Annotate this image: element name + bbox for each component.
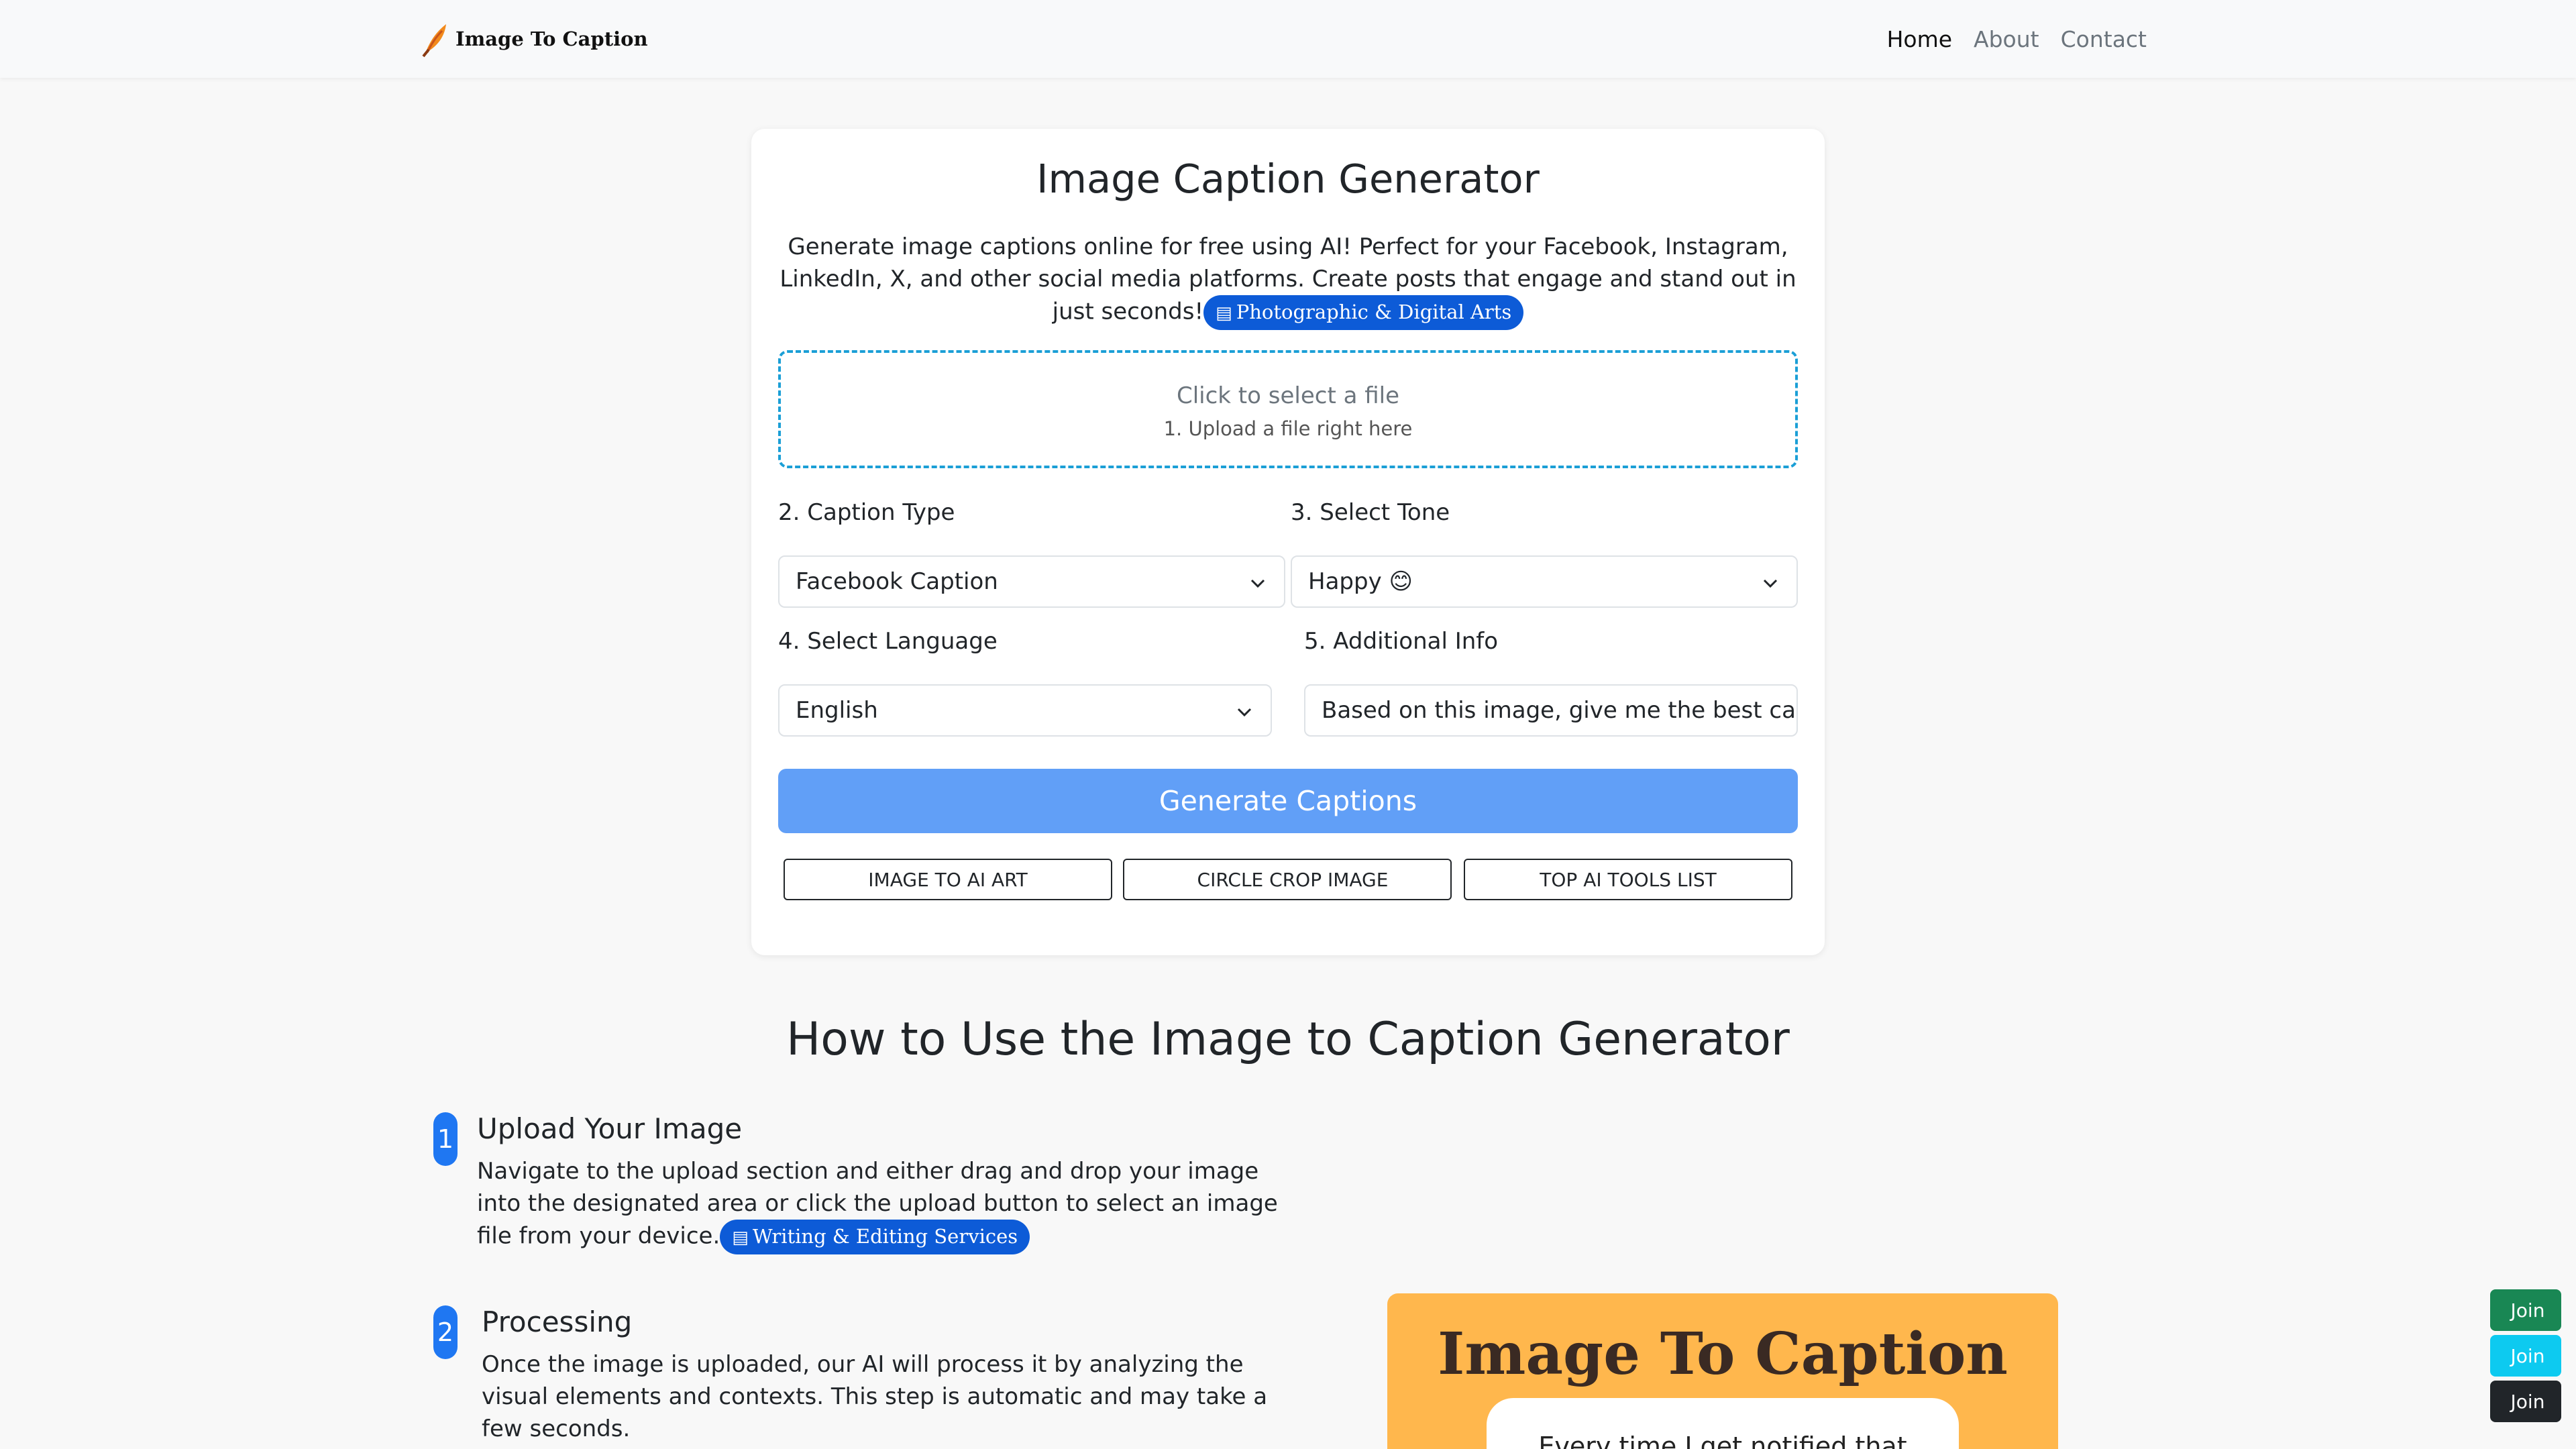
tone-value: Happy 😊	[1308, 568, 1413, 595]
circle-crop-image-label: CIRCLE CROP IMAGE	[1197, 868, 1389, 891]
step-1-text: Navigate to the upload section and eithe…	[477, 1155, 1295, 1254]
chevron-down-icon	[1250, 579, 1265, 588]
join-label: Join	[2510, 1344, 2545, 1367]
caption-type-label: 2. Caption Type	[778, 499, 955, 526]
step-2-title: Processing	[482, 1305, 633, 1338]
promo-image: Image To Caption Every time I get notifi…	[1387, 1293, 2058, 1449]
generate-captions-button[interactable]: Generate Captions	[778, 769, 1798, 833]
navbar: Image To Caption Home About Contact	[0, 0, 2576, 78]
circle-crop-image-button[interactable]: CIRCLE CROP IMAGE	[1123, 859, 1452, 900]
step-1-badge: 1	[433, 1112, 458, 1166]
nav-links: Home About Contact	[1887, 20, 2147, 58]
join-label: Join	[2510, 1299, 2545, 1322]
promo-bubble-text: Every time I get notified that	[1538, 1432, 1907, 1449]
card-description: Generate image captions online for free …	[778, 231, 1798, 330]
join-x-button[interactable]: Join	[2490, 1381, 2561, 1422]
chevron-down-icon	[1763, 579, 1778, 588]
feather-logo-icon	[422, 24, 446, 58]
file-upload-area[interactable]: Click to select a file 1. Upload a file …	[778, 350, 1798, 468]
step-2-badge: 2	[433, 1305, 458, 1359]
top-ai-tools-list-button[interactable]: TOP AI TOOLS LIST	[1464, 859, 1792, 900]
caption-type-value: Facebook Caption	[796, 568, 998, 595]
promo-bubble: Every time I get notified that	[1487, 1398, 1959, 1449]
writing-pill[interactable]: ▤ Writing & Editing Services	[720, 1220, 1030, 1254]
caption-generator-card: Image Caption Generator Generate image c…	[751, 129, 1825, 955]
step-1-title: Upload Your Image	[477, 1112, 743, 1145]
writing-pill-label: Writing & Editing Services	[752, 1225, 1018, 1248]
category-icon: ▤	[732, 1228, 749, 1248]
card-title: Image Caption Generator	[1036, 156, 1540, 202]
howto-title: How to Use the Image to Caption Generato…	[786, 1013, 1790, 1066]
language-select[interactable]: English	[778, 684, 1272, 737]
tone-select[interactable]: Happy 😊	[1291, 555, 1798, 608]
brand-name: Image To Caption	[455, 28, 648, 50]
category-icon: ▤	[1216, 303, 1232, 323]
upload-sub-text: 1. Upload a file right here	[1163, 417, 1413, 440]
nav-contact[interactable]: Contact	[2061, 26, 2147, 52]
join-label: Join	[2510, 1390, 2545, 1413]
promo-title: Image To Caption	[1438, 1320, 2008, 1388]
image-to-ai-art-button[interactable]: IMAGE TO AI ART	[784, 859, 1112, 900]
category-pill-label: Photographic & Digital Arts	[1236, 301, 1512, 323]
image-to-ai-art-label: IMAGE TO AI ART	[868, 868, 1028, 891]
additional-info-input[interactable]: Based on this image, give me the best ca…	[1304, 684, 1798, 737]
additional-info-label: 5. Additional Info	[1304, 628, 1499, 655]
join-whatsapp-button[interactable]: Join	[2490, 1289, 2561, 1331]
brand-link[interactable]: Image To Caption	[419, 20, 648, 58]
caption-type-select[interactable]: Facebook Caption	[778, 555, 1285, 608]
top-ai-tools-list-label: TOP AI TOOLS LIST	[1540, 868, 1717, 891]
category-pill[interactable]: ▤ Photographic & Digital Arts	[1203, 295, 1524, 330]
step-2-text: Once the image is uploaded, our AI will …	[482, 1351, 1268, 1442]
language-label: 4. Select Language	[778, 628, 998, 655]
nav-about[interactable]: About	[1974, 26, 2039, 52]
tone-label: 3. Select Tone	[1291, 499, 1450, 526]
chevron-down-icon	[1237, 708, 1252, 717]
nav-home[interactable]: Home	[1887, 26, 1952, 52]
upload-main-text: Click to select a file	[1176, 382, 1399, 409]
join-telegram-button[interactable]: Join	[2490, 1335, 2561, 1377]
language-value: English	[796, 697, 878, 724]
